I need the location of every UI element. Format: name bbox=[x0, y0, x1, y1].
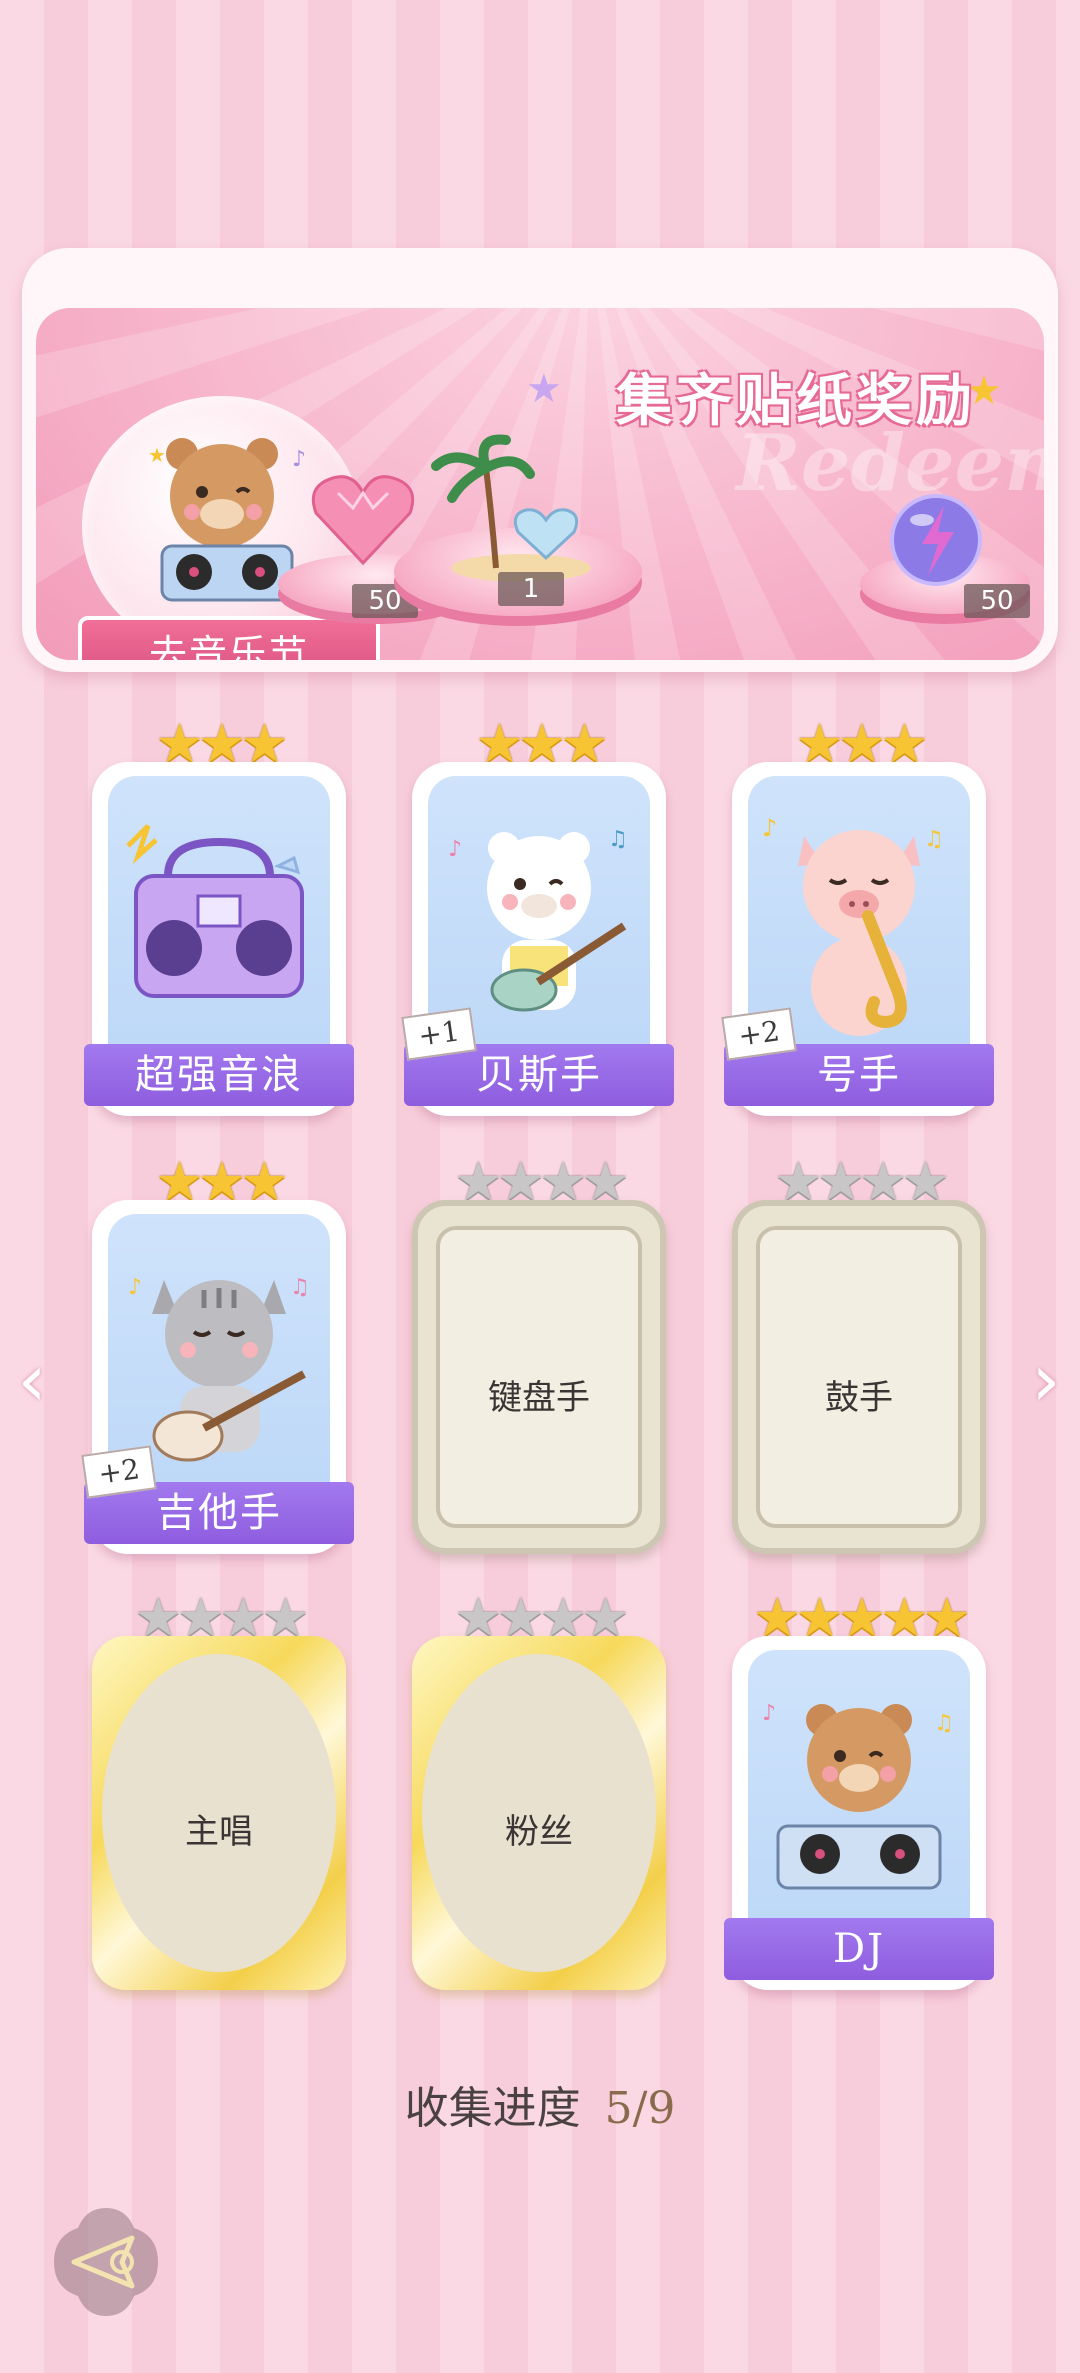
locked-card-frame: 键盘手 bbox=[412, 1200, 666, 1554]
pink-heart-gem-icon[interactable] bbox=[308, 468, 418, 568]
card-oval: 粉丝 bbox=[422, 1654, 656, 1972]
svg-text:♫: ♫ bbox=[608, 827, 628, 852]
reward-count: 50 bbox=[964, 584, 1030, 618]
chevron-right-icon[interactable]: › bbox=[1026, 1340, 1066, 1420]
progress-label: 收集进度 bbox=[404, 2083, 581, 2134]
collection-progress: 收集进度 5/9 bbox=[0, 2072, 1080, 2136]
card-label: DJ bbox=[724, 1918, 994, 1980]
card-label: 键盘手 bbox=[488, 1378, 590, 1418]
go-festival-button[interactable]: 去音乐节 bbox=[78, 616, 380, 660]
chevron-left-icon[interactable]: ‹ bbox=[12, 1340, 52, 1420]
banner-title: 集齐贴纸奖励 bbox=[616, 368, 976, 434]
card-frame: ♪ ♫ DJ bbox=[724, 1636, 994, 1990]
card-art bbox=[108, 776, 330, 1076]
svg-text:♪: ♪ bbox=[762, 814, 777, 842]
locked-card-inner: 鼓手 bbox=[756, 1226, 962, 1528]
svg-text:♪: ♪ bbox=[128, 1275, 142, 1300]
back-button[interactable] bbox=[48, 2204, 164, 2320]
star-icon: ★ bbox=[526, 366, 562, 412]
locked-card-frame: 鼓手 bbox=[732, 1200, 986, 1554]
svg-text:♪: ♪ bbox=[292, 447, 306, 472]
sticker-reward-banner: Redeem ★ ★ 集齐贴纸奖励 ♪ ★ 去音乐节 bbox=[22, 248, 1058, 672]
progress-value: 5/9 bbox=[604, 2083, 676, 2134]
svg-text:♪: ♪ bbox=[762, 1701, 776, 1726]
banner-background: Redeem ★ ★ 集齐贴纸奖励 ♪ ★ 去音乐节 bbox=[36, 308, 1044, 660]
card-label: 超强音浪 bbox=[84, 1044, 354, 1106]
svg-text:♫: ♫ bbox=[924, 827, 944, 852]
back-arrow-icon bbox=[54, 2208, 158, 2316]
purple-lightning-orb-icon[interactable] bbox=[888, 492, 984, 588]
gold-card-frame: 主唱 bbox=[92, 1636, 346, 1990]
svg-text:♪: ♪ bbox=[448, 837, 462, 862]
gold-card-frame: 粉丝 bbox=[412, 1636, 666, 1990]
card-frame: ♪ ♫ 吉他手 +2 bbox=[81, 1200, 354, 1554]
locked-card-inner: 键盘手 bbox=[436, 1226, 642, 1528]
svg-text:♫: ♫ bbox=[290, 1275, 310, 1300]
bear-dj-icon: ♪ ♫ bbox=[762, 1701, 954, 1890]
svg-text:♫: ♫ bbox=[934, 1711, 954, 1736]
card-oval: 主唱 bbox=[102, 1654, 336, 1972]
card-art: ♪ ♫ bbox=[748, 1650, 970, 1950]
reward-count: 1 bbox=[498, 572, 564, 606]
boombox-icon bbox=[126, 824, 304, 998]
card-frame: ♪ ♫ 号手 +2 bbox=[721, 762, 994, 1116]
card-label: 粉丝 bbox=[505, 1812, 573, 1852]
svg-text:★: ★ bbox=[148, 443, 166, 467]
card-label: 鼓手 bbox=[825, 1378, 893, 1418]
card-frame: ♪ ♫ 贝斯手 +1 bbox=[401, 762, 674, 1116]
island-heart-decoration-icon[interactable] bbox=[426, 428, 616, 588]
card-label: 主唱 bbox=[185, 1812, 253, 1852]
card-frame: 超强音浪 bbox=[84, 762, 354, 1116]
